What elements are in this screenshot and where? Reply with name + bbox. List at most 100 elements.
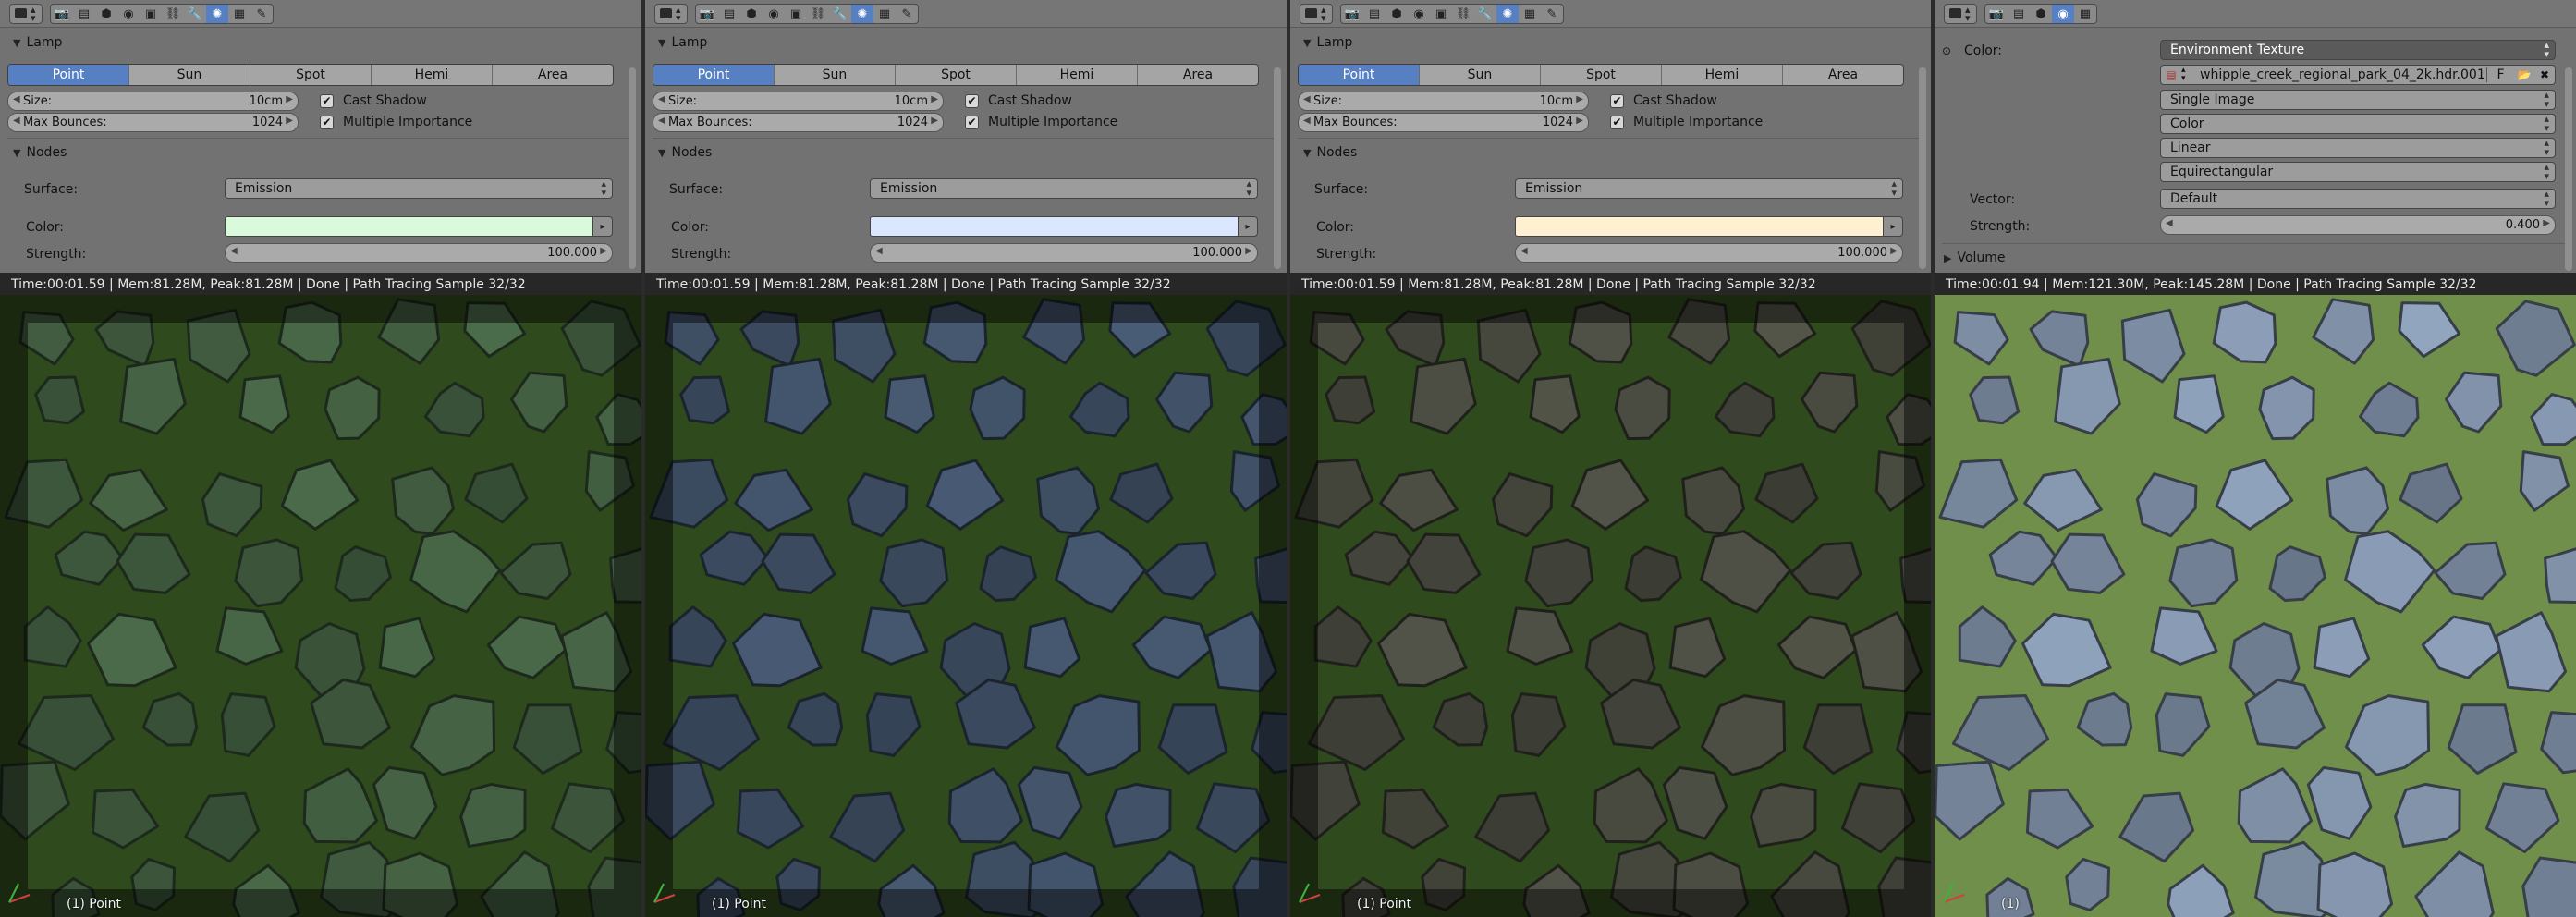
scene-tab-icon[interactable]: ⬢ bbox=[740, 5, 763, 23]
scene-tab-icon[interactable]: ⬢ bbox=[95, 5, 117, 23]
surface-dropdown[interactable]: Emission ▴ ▾ bbox=[870, 178, 1258, 199]
properties-scrollbar[interactable] bbox=[2565, 67, 2572, 271]
properties-scrollbar[interactable] bbox=[629, 67, 636, 269]
editor-type-button[interactable]: ▴ ▾ bbox=[654, 4, 688, 24]
modifiers-tab-icon[interactable]: 🔧 bbox=[829, 5, 851, 23]
increment-arrow-icon[interactable]: ▶ bbox=[286, 94, 293, 104]
multiple-importance-checkbox[interactable]: ✔ Multiple Importance bbox=[965, 115, 1117, 129]
world-tab-icon[interactable]: ◉ bbox=[1408, 5, 1430, 23]
increment-arrow-icon[interactable]: ▶ bbox=[931, 116, 938, 126]
cast-shadow-checkbox[interactable]: ✔ Cast Shadow bbox=[1610, 93, 1717, 108]
render-viewport[interactable]: (1) Point bbox=[0, 295, 641, 917]
color-node-dropdown[interactable]: Environment Texture ▴ ▾ bbox=[2160, 40, 2556, 60]
vector-dropdown[interactable]: Default ▴ ▾ bbox=[2160, 189, 2556, 209]
layers-tab-icon[interactable]: ▤ bbox=[718, 5, 740, 23]
lamp-type-point-button[interactable]: Point bbox=[653, 65, 774, 85]
lamp-type-point-button[interactable]: Point bbox=[1299, 65, 1419, 85]
lamp-section-header[interactable]: ▼ Lamp bbox=[658, 35, 707, 50]
lamp-type-spot-button[interactable]: Spot bbox=[895, 65, 1016, 85]
editor-type-button[interactable]: ▴ ▾ bbox=[1944, 4, 1977, 24]
layers-tab-icon[interactable]: ▤ bbox=[1363, 5, 1386, 23]
increment-arrow-icon[interactable]: ▶ bbox=[2543, 218, 2550, 228]
scene-tab-icon[interactable]: ⬢ bbox=[2030, 5, 2052, 23]
strength-field[interactable]: ◀ 100.000 ▶ bbox=[870, 243, 1258, 263]
render-tab-icon[interactable]: 📷 bbox=[1985, 5, 2008, 23]
layers-tab-icon[interactable]: ▤ bbox=[73, 5, 95, 23]
lamp-type-sun-button[interactable]: Sun bbox=[774, 65, 895, 85]
scene-tab-icon[interactable]: ⬢ bbox=[1386, 5, 1408, 23]
texture-tab-icon[interactable]: ▦ bbox=[228, 5, 250, 23]
world-tab-icon[interactable]: ◉ bbox=[763, 5, 785, 23]
lamp-type-sun-button[interactable]: Sun bbox=[1419, 65, 1540, 85]
particles-tab-icon[interactable]: ✎ bbox=[250, 5, 273, 23]
increment-arrow-icon[interactable]: ▶ bbox=[1576, 94, 1583, 104]
lamp-type-spot-button[interactable]: Spot bbox=[1540, 65, 1661, 85]
image-browse-icon[interactable]: ▤ bbox=[2161, 68, 2181, 81]
render-tab-icon[interactable]: 📷 bbox=[51, 5, 73, 23]
constraints-tab-icon[interactable]: ⛓ bbox=[807, 5, 829, 23]
size-field[interactable]: ◀ Size: 10cm ▶ bbox=[7, 92, 299, 111]
area-divider[interactable] bbox=[1287, 0, 1290, 917]
modifiers-tab-icon[interactable]: 🔧 bbox=[184, 5, 206, 23]
area-divider[interactable] bbox=[1931, 0, 1935, 917]
image-source-dropdown[interactable]: Single Image ▴ ▾ bbox=[2160, 90, 2556, 110]
object-tab-icon[interactable]: ▣ bbox=[785, 5, 807, 23]
world-tab-icon[interactable]: ◉ bbox=[2052, 5, 2074, 23]
lamp-data-tab-icon[interactable]: ✺ bbox=[206, 5, 228, 23]
increment-arrow-icon[interactable]: ▶ bbox=[1576, 116, 1583, 126]
lamp-data-tab-icon[interactable]: ✺ bbox=[1496, 5, 1519, 23]
color-swatch[interactable] bbox=[1515, 216, 1885, 237]
eyedropper-icon[interactable]: ▸ bbox=[1238, 216, 1258, 237]
increment-arrow-icon[interactable]: ▶ bbox=[600, 246, 607, 256]
render-viewport[interactable]: (1) bbox=[1935, 295, 2576, 917]
increment-arrow-icon[interactable]: ▶ bbox=[1890, 246, 1898, 256]
lamp-type-area-button[interactable]: Area bbox=[492, 65, 613, 85]
texture-tab-icon[interactable]: ▦ bbox=[2074, 5, 2096, 23]
lamp-type-hemi-button[interactable]: Hemi bbox=[1661, 65, 1782, 85]
constraints-tab-icon[interactable]: ⛓ bbox=[162, 5, 184, 23]
decrement-arrow-icon[interactable]: ◀ bbox=[875, 246, 883, 256]
multiple-importance-checkbox[interactable]: ✔ Multiple Importance bbox=[320, 115, 472, 129]
max-bounces-field[interactable]: ◀ Max Bounces: 1024 ▶ bbox=[653, 113, 944, 132]
open-folder-icon[interactable]: 📂 bbox=[2514, 68, 2534, 81]
decrement-arrow-icon[interactable]: ◀ bbox=[2166, 218, 2173, 228]
size-field[interactable]: ◀ Size: 10cm ▶ bbox=[653, 92, 944, 111]
surface-dropdown[interactable]: Emission ▴ ▾ bbox=[225, 178, 613, 199]
interpolation-dropdown[interactable]: Linear ▴ ▾ bbox=[2160, 138, 2556, 158]
multiple-importance-checkbox[interactable]: ✔ Multiple Importance bbox=[1610, 115, 1763, 129]
cast-shadow-checkbox[interactable]: ✔ Cast Shadow bbox=[965, 93, 1072, 108]
decrement-arrow-icon[interactable]: ◀ bbox=[13, 116, 20, 126]
particles-tab-icon[interactable]: ✎ bbox=[896, 5, 918, 23]
decrement-arrow-icon[interactable]: ◀ bbox=[658, 116, 665, 126]
decrement-arrow-icon[interactable]: ◀ bbox=[658, 94, 665, 104]
modifiers-tab-icon[interactable]: 🔧 bbox=[1474, 5, 1496, 23]
texture-tab-icon[interactable]: ▦ bbox=[873, 5, 896, 23]
lamp-type-sun-button[interactable]: Sun bbox=[128, 65, 250, 85]
image-name-value[interactable]: whipple_creek_regional_park_04_2k.hdr.00… bbox=[2194, 67, 2486, 82]
eyedropper-icon[interactable]: ▸ bbox=[1883, 216, 1903, 237]
fake-user-toggle[interactable]: F bbox=[2486, 67, 2514, 82]
color-space-dropdown[interactable]: Color ▴ ▾ bbox=[2160, 114, 2556, 134]
increment-arrow-icon[interactable]: ▶ bbox=[1245, 246, 1252, 256]
lamp-type-area-button[interactable]: Area bbox=[1137, 65, 1258, 85]
nodes-section-header[interactable]: ▼ Nodes bbox=[13, 145, 67, 160]
unlink-close-icon[interactable]: ✖ bbox=[2534, 68, 2555, 81]
image-datablock-field[interactable]: ▤ ▴ ▾ whipple_creek_regional_park_04_2k.h… bbox=[2160, 65, 2556, 85]
strength-field[interactable]: ◀ 100.000 ▶ bbox=[225, 243, 613, 263]
link-socket-icon[interactable]: ⊙ bbox=[1942, 44, 1951, 57]
decrement-arrow-icon[interactable]: ◀ bbox=[230, 246, 238, 256]
layers-tab-icon[interactable]: ▤ bbox=[2008, 5, 2030, 23]
render-tab-icon[interactable]: 📷 bbox=[1341, 5, 1363, 23]
render-viewport[interactable]: (1) Point bbox=[1290, 295, 1932, 917]
lamp-type-area-button[interactable]: Area bbox=[1782, 65, 1903, 85]
size-field[interactable]: ◀ Size: 10cm ▶ bbox=[1298, 92, 1589, 111]
lamp-type-hemi-button[interactable]: Hemi bbox=[1016, 65, 1137, 85]
editor-type-button[interactable]: ▴ ▾ bbox=[9, 4, 43, 24]
nodes-section-header[interactable]: ▼ Nodes bbox=[1303, 145, 1357, 160]
world-tab-icon[interactable]: ◉ bbox=[117, 5, 140, 23]
lamp-data-tab-icon[interactable]: ✺ bbox=[851, 5, 873, 23]
render-tab-icon[interactable]: 📷 bbox=[696, 5, 718, 23]
max-bounces-field[interactable]: ◀ Max Bounces: 1024 ▶ bbox=[7, 113, 299, 132]
editor-type-button[interactable]: ▴ ▾ bbox=[1300, 4, 1333, 24]
decrement-arrow-icon[interactable]: ◀ bbox=[1520, 246, 1528, 256]
